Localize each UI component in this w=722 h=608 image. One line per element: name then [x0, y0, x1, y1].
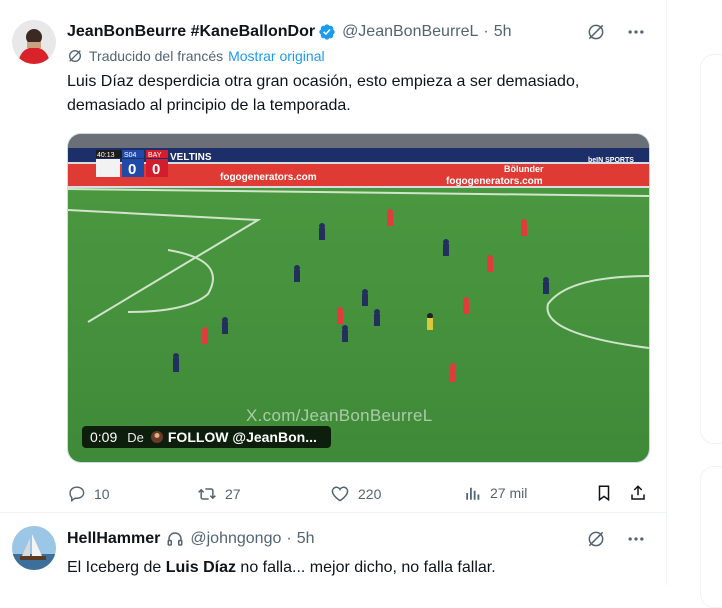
translate-icon — [69, 50, 81, 62]
translated-label: Traducido del francés — [89, 48, 224, 64]
headphones-icon — [167, 532, 183, 546]
text-after: no falla... mejor dicho, no falla fallar… — [235, 559, 496, 576]
right-sidebar — [700, 0, 722, 608]
share-button[interactable] — [629, 484, 655, 502]
avatar[interactable] — [12, 526, 56, 570]
tweet-text: El Iceberg de Luis Díaz no falla... mejo… — [67, 556, 650, 580]
timeline-feed: JeanBonBeurre #KaneBallonDor @JeanBonBeu… — [0, 0, 667, 585]
display-name[interactable]: JeanBonBeurre #KaneBallonDor — [67, 23, 315, 41]
score-home-team: S04 — [124, 152, 137, 159]
avatar[interactable] — [12, 20, 56, 64]
source-avatar-icon — [150, 431, 163, 443]
text-bold-name: Luis Díaz — [165, 559, 236, 576]
verified-badge-icon[interactable] — [318, 23, 336, 41]
more-icon[interactable] — [624, 20, 648, 44]
video-from-label: De — [127, 429, 144, 445]
like-button[interactable]: 220 — [330, 484, 381, 504]
views-icon — [466, 487, 480, 500]
bookmark-icon — [598, 485, 610, 502]
video-time: 0:09 — [90, 429, 118, 445]
sidebar-card — [700, 54, 722, 444]
views-button[interactable]: 27 mil — [464, 484, 527, 502]
tweet-actions: 10 27 220 27 mil — [67, 484, 648, 504]
header-actions — [584, 527, 648, 551]
retweet-button[interactable]: 27 — [197, 484, 241, 504]
handle[interactable]: @johngongo — [190, 530, 281, 548]
tweet-hellhammer[interactable]: HellHammer @johngongo · 5h El Iceberg de… — [0, 513, 666, 585]
show-original-link[interactable]: Mostrar original — [228, 48, 324, 64]
tweet-header: JeanBonBeurre #KaneBallonDor @JeanBonBeu… — [67, 20, 650, 44]
more-icon[interactable] — [624, 527, 648, 551]
timestamp[interactable]: 5h — [297, 530, 315, 548]
reply-icon — [69, 486, 85, 503]
tweet-content: JeanBonBeurre #KaneBallonDor @JeanBonBeu… — [67, 20, 650, 503]
translation-note: Traducido del francés Mostrar original — [67, 46, 650, 66]
video-overlay-pill[interactable]: 0:09 De FOLLOW @JeanBon... — [82, 426, 331, 448]
like-count: 220 — [358, 486, 382, 502]
board-bein: beIN SPORTS — [588, 157, 634, 164]
grok-translate-icon[interactable] — [584, 20, 608, 44]
score-away: 0 — [152, 161, 160, 178]
video-watermark: X.com/JeanBonBeurreL — [246, 406, 433, 425]
video-follow-label[interactable]: FOLLOW @JeanBon... — [168, 429, 317, 445]
reply-button[interactable]: 10 — [67, 484, 110, 503]
reply-count: 10 — [94, 485, 110, 502]
board-bolunder: Bölunder — [504, 164, 544, 174]
timestamp[interactable]: 5h — [494, 23, 512, 41]
board-fogo-1: fogogenerators.com — [220, 172, 317, 183]
score-away-team: BAY — [148, 152, 162, 159]
separator-dot: · — [286, 530, 292, 547]
separator-dot: · — [483, 23, 489, 40]
text-before: El Iceberg de — [67, 559, 166, 576]
tweet-jeanbonbeurre[interactable]: JeanBonBeurre #KaneBallonDor @JeanBonBeu… — [0, 0, 666, 513]
display-name[interactable]: HellHammer — [67, 530, 160, 548]
share-icon — [631, 485, 645, 500]
bookmark-button[interactable] — [595, 484, 621, 502]
header-actions — [584, 20, 648, 44]
grok-translate-icon[interactable] — [584, 527, 608, 551]
retweet-icon — [198, 488, 216, 500]
tweet-text: Luis Díaz desperdicia otra gran ocasión,… — [67, 73, 580, 114]
sidebar-card — [700, 466, 722, 608]
score-clock: 40:13 — [97, 152, 115, 159]
handle[interactable]: @JeanBonBeurreL — [342, 23, 478, 41]
retweet-count: 27 — [225, 486, 241, 502]
views-count: 27 mil — [490, 485, 528, 501]
board-fogo-2: fogogenerators.com — [446, 176, 543, 187]
tweet-content: HellHammer @johngongo · 5h El Iceberg de… — [67, 527, 650, 580]
like-icon — [331, 486, 349, 502]
board-veltins: VELTINS — [170, 152, 212, 163]
score-home: 0 — [128, 161, 136, 178]
tweet-header: HellHammer @johngongo · 5h — [67, 527, 650, 551]
video-player[interactable]: VELTINS fogogenerators.com fogogenerator… — [67, 133, 650, 463]
